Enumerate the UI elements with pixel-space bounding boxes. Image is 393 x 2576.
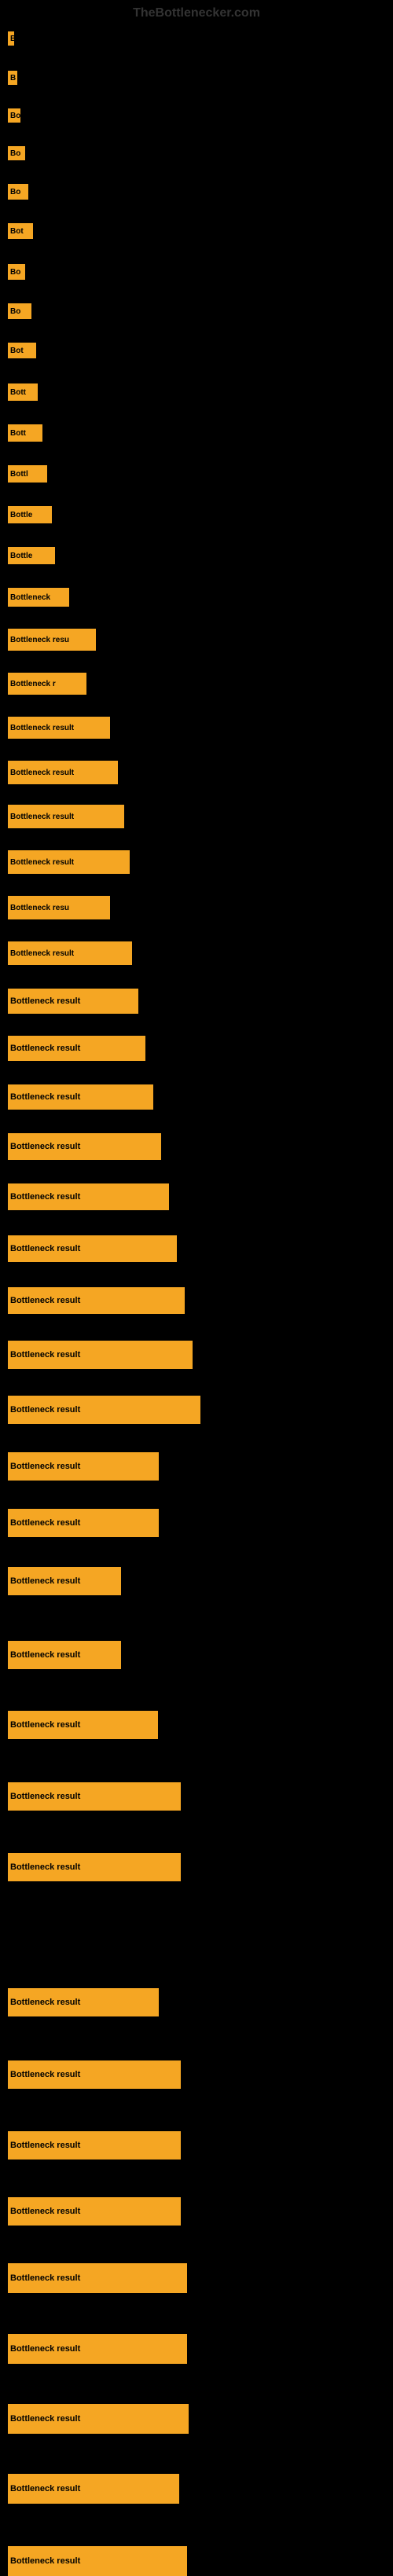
bar-item-40: Bottleneck result xyxy=(8,1988,159,2016)
bar-item-3: Bo xyxy=(8,108,20,123)
bar-label-22: Bottleneck resu xyxy=(8,896,110,919)
bar-item-23: Bottleneck result xyxy=(8,941,132,965)
bar-label-46: Bottleneck result xyxy=(8,2404,189,2434)
bar-item-4: Bo xyxy=(8,146,25,160)
bar-item-22: Bottleneck resu xyxy=(8,896,110,919)
bar-item-15: Bottleneck xyxy=(8,588,69,607)
bar-label-21: Bottleneck result xyxy=(8,850,130,874)
bar-item-9: Bot xyxy=(8,343,36,358)
bar-label-13: Bottle xyxy=(8,506,52,523)
bar-label-26: Bottleneck result xyxy=(8,1084,153,1110)
bar-label-6: Bot xyxy=(8,223,33,239)
bar-item-43: Bottleneck result xyxy=(8,2197,181,2226)
bar-label-19: Bottleneck result xyxy=(8,761,118,784)
bar-label-31: Bottleneck result xyxy=(8,1341,193,1369)
bar-label-9: Bot xyxy=(8,343,36,358)
bar-label-29: Bottleneck result xyxy=(8,1235,177,1262)
bar-item-48: Bottleneck result xyxy=(8,2546,187,2576)
bar-label-41: Bottleneck result xyxy=(8,2060,181,2089)
bar-label-28: Bottleneck result xyxy=(8,1183,169,1210)
bar-label-12: Bottl xyxy=(8,465,47,483)
bar-item-26: Bottleneck result xyxy=(8,1084,153,1110)
bar-item-42: Bottleneck result xyxy=(8,2131,181,2160)
bar-label-5: Bo xyxy=(8,184,28,200)
bar-label-39: Bottleneck result xyxy=(8,1853,181,1881)
bar-item-12: Bottl xyxy=(8,465,47,483)
bar-item-34: Bottleneck result xyxy=(8,1509,159,1537)
bar-label-10: Bott xyxy=(8,383,38,401)
bar-label-24: Bottleneck result xyxy=(8,989,138,1014)
bar-label-33: Bottleneck result xyxy=(8,1452,159,1481)
bar-label-36: Bottleneck result xyxy=(8,1641,121,1669)
bar-item-41: Bottleneck result xyxy=(8,2060,181,2089)
bar-item-35: Bottleneck result xyxy=(8,1567,121,1595)
bar-item-6: Bot xyxy=(8,223,33,239)
bar-label-40: Bottleneck result xyxy=(8,1988,159,2016)
bar-label-34: Bottleneck result xyxy=(8,1509,159,1537)
bar-item-27: Bottleneck result xyxy=(8,1133,161,1160)
bar-item-11: Bott xyxy=(8,424,42,442)
bar-item-47: Bottleneck result xyxy=(8,2474,179,2504)
site-title: TheBottlenecker.com xyxy=(133,6,260,20)
bar-item-38: Bottleneck result xyxy=(8,1782,181,1811)
bar-label-30: Bottleneck result xyxy=(8,1287,185,1314)
bar-label-35: Bottleneck result xyxy=(8,1567,121,1595)
bar-item-36: Bottleneck result xyxy=(8,1641,121,1669)
bar-item-32: Bottleneck result xyxy=(8,1396,200,1424)
bar-item-33: Bottleneck result xyxy=(8,1452,159,1481)
bar-item-21: Bottleneck result xyxy=(8,850,130,874)
bar-item-18: Bottleneck result xyxy=(8,717,110,739)
bar-item-24: Bottleneck result xyxy=(8,989,138,1014)
bar-item-39: Bottleneck result xyxy=(8,1853,181,1881)
bar-label-15: Bottleneck xyxy=(8,588,69,607)
bar-label-18: Bottleneck result xyxy=(8,717,110,739)
bar-label-43: Bottleneck result xyxy=(8,2197,181,2226)
bar-item-7: Bo xyxy=(8,264,25,280)
bar-label-20: Bottleneck result xyxy=(8,805,124,828)
bar-item-17: Bottleneck r xyxy=(8,673,86,695)
bar-item-2: B xyxy=(8,71,17,85)
bar-label-38: Bottleneck result xyxy=(8,1782,181,1811)
bar-item-10: Bott xyxy=(8,383,38,401)
bar-item-44: Bottleneck result xyxy=(8,2263,187,2293)
bar-item-5: Bo xyxy=(8,184,28,200)
bar-label-11: Bott xyxy=(8,424,42,442)
bar-item-46: Bottleneck result xyxy=(8,2404,189,2434)
bar-item-8: Bo xyxy=(8,303,31,319)
bar-label-42: Bottleneck result xyxy=(8,2131,181,2160)
bar-label-32: Bottleneck result xyxy=(8,1396,200,1424)
bar-label-1: B xyxy=(8,31,14,46)
bar-item-45: Bottleneck result xyxy=(8,2334,187,2364)
bar-item-14: Bottle xyxy=(8,547,55,564)
bar-label-17: Bottleneck r xyxy=(8,673,86,695)
bar-item-30: Bottleneck result xyxy=(8,1287,185,1314)
bar-label-23: Bottleneck result xyxy=(8,941,132,965)
bar-item-16: Bottleneck resu xyxy=(8,629,96,651)
bar-item-20: Bottleneck result xyxy=(8,805,124,828)
bar-label-8: Bo xyxy=(8,303,31,319)
bar-label-27: Bottleneck result xyxy=(8,1133,161,1160)
bar-label-45: Bottleneck result xyxy=(8,2334,187,2364)
bar-item-29: Bottleneck result xyxy=(8,1235,177,1262)
bar-label-48: Bottleneck result xyxy=(8,2546,187,2576)
bar-item-31: Bottleneck result xyxy=(8,1341,193,1369)
bar-label-25: Bottleneck result xyxy=(8,1036,145,1061)
bar-item-19: Bottleneck result xyxy=(8,761,118,784)
bar-item-13: Bottle xyxy=(8,506,52,523)
bar-item-28: Bottleneck result xyxy=(8,1183,169,1210)
bar-item-25: Bottleneck result xyxy=(8,1036,145,1061)
bar-label-44: Bottleneck result xyxy=(8,2263,187,2293)
bar-label-14: Bottle xyxy=(8,547,55,564)
bar-label-16: Bottleneck resu xyxy=(8,629,96,651)
bar-item-37: Bottleneck result xyxy=(8,1711,158,1739)
bar-label-47: Bottleneck result xyxy=(8,2474,179,2504)
bar-label-4: Bo xyxy=(8,146,25,160)
bar-label-3: Bo xyxy=(8,108,20,123)
bar-item-1: B xyxy=(8,31,14,46)
bar-label-2: B xyxy=(8,71,17,85)
bar-label-7: Bo xyxy=(8,264,25,280)
bar-label-37: Bottleneck result xyxy=(8,1711,158,1739)
